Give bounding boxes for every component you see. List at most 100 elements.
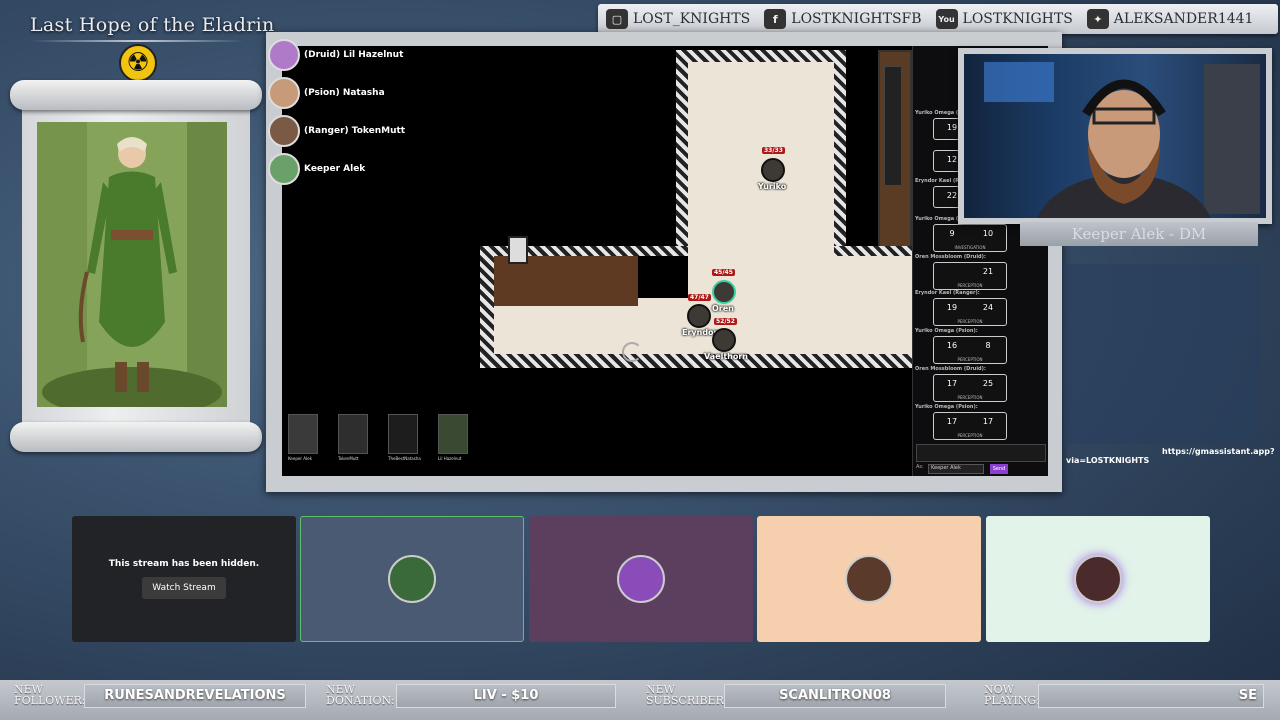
participant-tile[interactable] — [757, 516, 981, 642]
roll-who: Oren Mossbloom (Druid): — [915, 254, 986, 260]
thumb-image — [288, 414, 318, 454]
participant-tile-hidden: This stream has been hidden. Watch Strea… — [72, 516, 296, 642]
radiation-icon: ☢ — [119, 44, 157, 82]
watch-stream-button[interactable]: Watch Stream — [142, 577, 226, 599]
oren-token[interactable] — [712, 280, 736, 304]
door-icon[interactable] — [508, 236, 528, 264]
thumb-label: TheBestNatasha — [388, 456, 421, 461]
roll-entry: Oren Mossbloom (Druid): 21 PERCEPTION — [915, 254, 1047, 294]
player-thumb[interactable]: TokenMutt — [338, 414, 374, 461]
roll-value: 16 — [946, 341, 958, 350]
facebook-handle: LOSTKNIGHTSFB — [791, 11, 922, 27]
roll-entry: Yuriko Omega (Psion): 17 17 PERCEPTION — [915, 404, 1047, 444]
loading-spinner — [622, 342, 642, 362]
player-label: Keeper Alek — [304, 164, 366, 174]
social-youtube: You LOSTKNIGHTS — [935, 9, 1073, 29]
roll-box: 17 25 PERCEPTION — [933, 374, 1007, 402]
chat-send-button[interactable]: Send — [990, 464, 1008, 474]
player-thumb[interactable]: Lil Hazelnut — [438, 414, 474, 461]
roll-caption: PERCEPTION — [957, 282, 983, 288]
twitch-icon: ▢ — [606, 9, 628, 29]
title-underline — [32, 40, 244, 42]
zoom-slider[interactable] — [884, 66, 902, 186]
social-facebook: f LOSTKNIGHTSFB — [764, 9, 922, 29]
roll-who: Yuriko Omega (Psion): — [915, 328, 978, 334]
roll-box: 21 PERCEPTION — [933, 262, 1007, 290]
chat-speaker-select[interactable]: Keeper Alek — [928, 464, 984, 474]
roll-box: 16 8 PERCEPTION — [933, 336, 1007, 364]
character-scroll — [10, 80, 262, 452]
roll-entry: Yuriko Omega (Psion): 16 8 PERCEPTION — [915, 328, 1047, 368]
player-item[interactable]: (Ranger) TokenMutt — [268, 112, 405, 150]
roll-entry: Oren Mossbloom (Druid): 17 25 PERCEPTION — [915, 366, 1047, 406]
player-item[interactable]: (Druid) Lil Hazelnut — [268, 36, 405, 74]
roll-value: 17 — [946, 417, 958, 426]
roll-box: 9 10 INVESTIGATION — [933, 224, 1007, 252]
social-twitch: ▢ LOST_KNIGHTS — [606, 9, 750, 29]
roll-caption: INVESTIGATION — [954, 244, 986, 250]
roll-value: 17 — [946, 379, 958, 388]
social-bar: ▢ LOST_KNIGHTS f LOSTKNIGHTSFB You LOSTK… — [598, 4, 1278, 34]
yuriko-token[interactable] — [761, 158, 785, 182]
thumb-image — [338, 414, 368, 454]
player-item[interactable]: Keeper Alek — [268, 150, 405, 188]
chat-input[interactable] — [916, 444, 1046, 462]
avatar — [845, 555, 893, 603]
player-item[interactable]: (Psion) Natasha — [268, 74, 405, 112]
roll-who: Yuriko Omega (Psion): — [915, 404, 978, 410]
player-avatar — [268, 39, 300, 71]
overlay-panel — [1064, 264, 1260, 444]
roll-value: 17 — [982, 417, 994, 426]
hidden-stream-message: This stream has been hidden. — [108, 559, 260, 569]
roll-box: 19 24 PERCEPTION — [933, 298, 1007, 326]
thumb-label: TokenMutt — [338, 456, 359, 461]
new-donation-value: LIV - $10 — [396, 684, 616, 708]
roll-caption: PERCEPTION — [957, 356, 983, 362]
character-portrait — [37, 122, 227, 407]
roll-value: 19 — [946, 303, 958, 312]
participant-tile[interactable] — [529, 516, 753, 642]
new-donation-label: NEW DONATION: — [326, 683, 395, 707]
room-junction — [688, 246, 834, 296]
roll-caption: PERCEPTION — [957, 432, 983, 438]
player-avatar — [268, 153, 300, 185]
roll-value: 9 — [949, 229, 955, 238]
scroll-bottom-roll — [10, 422, 262, 452]
facebook-icon: f — [764, 9, 787, 29]
twitch-handle: LOST_KNIGHTS — [633, 11, 751, 27]
player-thumb[interactable]: TheBestNatasha — [388, 414, 424, 461]
roll-who: Oren Mossbloom (Druid): — [915, 366, 986, 372]
roll-caption: PERCEPTION — [957, 394, 983, 400]
vaelthorn-name: Vaelthorn — [704, 352, 748, 361]
now-playing-label: NOW PLAYING: — [984, 683, 1040, 707]
avatar — [1074, 555, 1122, 603]
oren-hp: 45/45 — [712, 269, 735, 276]
new-subscriber-label: NEW SUBSCRIBER: — [646, 683, 728, 707]
participant-tile[interactable] — [300, 516, 524, 642]
player-avatar — [268, 77, 300, 109]
vaelthorn-token[interactable] — [712, 328, 736, 352]
participant-tile[interactable] — [986, 516, 1210, 642]
campaign-title: Last Hope of the Eladrin — [30, 14, 275, 36]
vaelthorn-hp: 52/52 — [714, 318, 737, 325]
yuriko-hp: 33/33 — [762, 147, 785, 154]
avatar — [617, 555, 665, 603]
yuriko-name: Yuriko — [758, 182, 787, 191]
thumb-label: Keeper Alek — [288, 456, 312, 461]
player-label: (Psion) Natasha — [304, 88, 385, 98]
youtube-icon: You — [935, 9, 958, 29]
new-subscriber-value: SCANLITRON08 — [724, 684, 946, 708]
new-follower-label: NEW FOLLOWER: — [14, 683, 86, 707]
roll-value: 24 — [982, 303, 994, 312]
scroll-top-roll — [10, 80, 262, 110]
thumb-image — [438, 414, 468, 454]
player-thumb[interactable]: Keeper Alek — [288, 414, 324, 461]
eryndor-token[interactable] — [687, 304, 711, 328]
player-list: (Druid) Lil Hazelnut (Psion) Natasha (Ra… — [268, 36, 405, 188]
thumb-label: Lil Hazelnut — [438, 456, 462, 461]
pillar — [638, 256, 688, 298]
eryndor-hp: 47/47 — [688, 294, 711, 301]
roll-value: 25 — [982, 379, 994, 388]
chat-as-label: As: — [916, 464, 924, 470]
player-thumbnails: Keeper Alek TokenMutt TheBestNatasha Lil… — [288, 414, 474, 461]
